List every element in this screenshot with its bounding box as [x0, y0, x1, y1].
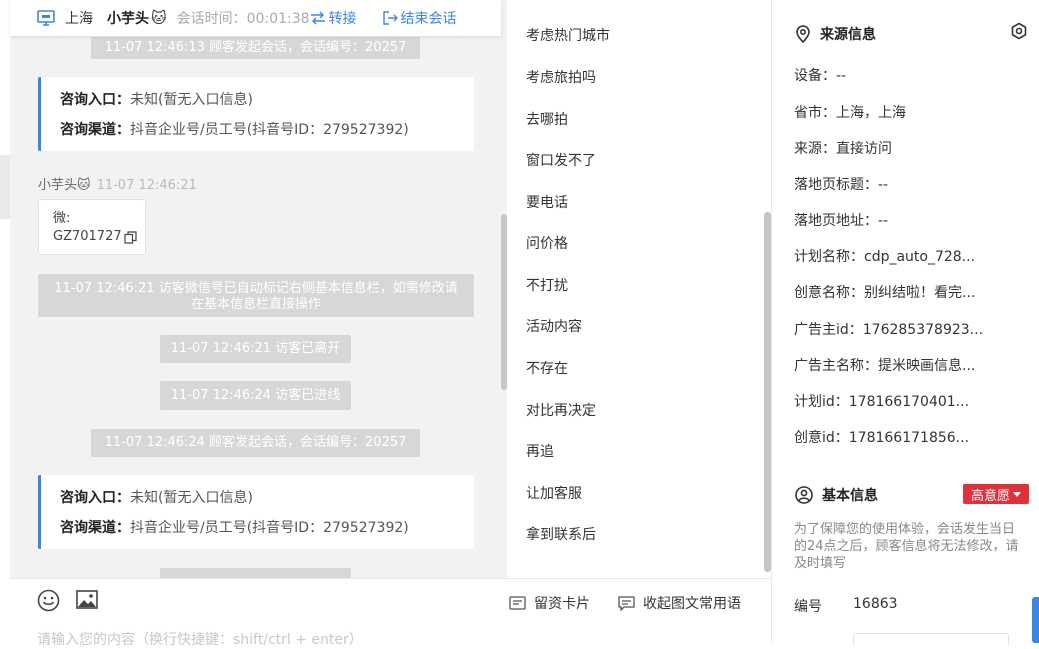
- customer-id-label: 编号: [794, 599, 822, 615]
- message-bubble[interactable]: 微: GZ701727: [38, 199, 146, 255]
- consult-entry-value: 未知(暂无入口信息): [130, 490, 253, 506]
- message-line-2: GZ701727: [53, 228, 145, 246]
- source-row-landing-title: 落地页标题：--: [794, 177, 889, 193]
- panel-divider: [771, 0, 772, 643]
- phrase-item[interactable]: 窗口发不了: [526, 150, 596, 170]
- phrase-item[interactable]: 再追: [526, 441, 554, 461]
- consult-channel-label: 咨询渠道：: [60, 122, 130, 138]
- consult-channel-label: 咨询渠道：: [60, 520, 130, 536]
- emoji-icon[interactable]: [37, 589, 60, 616]
- phrase-item[interactable]: 问价格: [526, 233, 568, 253]
- basic-title: 基本信息: [822, 488, 878, 504]
- phrase-item[interactable]: 活动内容: [526, 316, 582, 336]
- message-sender: 小芋头🐱 11-07 12:46:21: [38, 174, 197, 193]
- end-session-button[interactable]: 结束会话: [382, 8, 457, 28]
- message-time: 11-07 12:46:21: [96, 178, 197, 193]
- phrases-scrollbar[interactable]: [764, 212, 771, 572]
- collapse-phrases-button[interactable]: 收起图文常用语: [618, 593, 741, 613]
- location-pin-icon: [795, 25, 811, 43]
- chat-scrollbar[interactable]: [501, 214, 507, 390]
- session-time: 会话时间：00:01:38: [176, 11, 310, 27]
- collapse-phrases-label: 收起图文常用语: [643, 596, 741, 612]
- message-icon: [618, 595, 635, 611]
- system-message: 11-07 12:46:24 顾客发起会话，会话编号：20257: [91, 429, 420, 457]
- consult-entry-label: 咨询入口：: [60, 490, 130, 506]
- consult-entry-label: 咨询入口：: [60, 92, 130, 108]
- chat-panel: 11-07 12:46:13 顾客发起会话，会话编号：20257 咨询入口：未知…: [10, 0, 507, 578]
- message-line-1: 微:: [53, 211, 71, 226]
- exit-icon: [382, 11, 398, 25]
- source-row-province: 省市：上海，上海: [794, 105, 906, 121]
- consult-channel-value: 抖音企业号/员工号(抖音号ID：279527392): [130, 520, 409, 536]
- source-row-creative-id: 创意id：178166171856...: [794, 430, 970, 446]
- end-session-label: 结束会话: [400, 11, 457, 27]
- floating-side-tab[interactable]: [1032, 597, 1039, 643]
- system-message-partial: [160, 568, 351, 578]
- source-row-plan-name: 计划名称：cdp_auto_728...: [794, 249, 976, 265]
- source-row-creative-name: 创意名称：别纠结啦！看完...: [794, 285, 976, 301]
- image-icon[interactable]: [76, 590, 98, 613]
- customer-id-value: 16863: [853, 596, 898, 612]
- basic-field-input[interactable]: [853, 633, 1009, 645]
- phrase-item[interactable]: 让加客服: [526, 483, 582, 503]
- source-row-origin: 来源：直接访问: [794, 141, 892, 157]
- source-row-device: 设备：--: [794, 68, 847, 84]
- copy-icon[interactable]: [124, 230, 137, 244]
- source-section-header: 来源信息: [795, 24, 876, 44]
- message-input[interactable]: 请输入您的内容（换行快捷键：shift/ctrl + enter）: [37, 629, 363, 649]
- system-message: 11-07 12:46:13 顾客发起会话，会话编号：20257: [91, 37, 420, 59]
- system-message: 11-07 12:46:21 访客已离开: [160, 335, 351, 363]
- consult-info-card: 咨询入口：未知(暂无入口信息) 咨询渠道：抖音企业号/员工号(抖音号ID：279…: [38, 77, 474, 151]
- sender-name: 小芋头: [38, 178, 78, 193]
- basic-section-header: 基本信息: [795, 485, 878, 505]
- visitor-location: 上海: [65, 11, 93, 27]
- user-circle-icon: [795, 486, 813, 504]
- caret-down-icon: [1013, 491, 1021, 497]
- transfer-label: 转接: [328, 11, 357, 27]
- left-edge-tab: [0, 155, 10, 219]
- leave-card-label: 留资卡片: [534, 596, 590, 612]
- phrase-item[interactable]: 考虑旅拍吗: [526, 67, 596, 87]
- source-row-landing-url: 落地页地址：--: [794, 213, 889, 229]
- consult-channel-row: 咨询渠道：抖音企业号/员工号(抖音号ID：279527392): [60, 119, 474, 149]
- leave-card-button[interactable]: 留资卡片: [509, 593, 590, 613]
- sender-emoji: 🐱: [77, 178, 91, 193]
- consult-entry-value: 未知(暂无入口信息): [130, 92, 253, 108]
- source-row-advertiser-id: 广告主id：176285378923...: [794, 322, 984, 338]
- basic-info-note: 为了保障您的使用体验，会话发生当日的24点之后，顾客信息将无法修改，请及时填写: [794, 522, 1019, 571]
- consult-channel-row: 咨询渠道：抖音企业号/员工号(抖音号ID：279527392): [60, 517, 474, 547]
- phrase-item[interactable]: 去哪拍: [526, 109, 568, 129]
- phrase-item[interactable]: 不打扰: [526, 275, 568, 295]
- consult-channel-value: 抖音企业号/员工号(抖音号ID：279527392): [130, 122, 409, 138]
- phrase-item[interactable]: 拿到联系后: [526, 524, 596, 544]
- visitor-name: 小芋头: [107, 11, 149, 27]
- consult-entry-row: 咨询入口：未知(暂无入口信息): [60, 487, 474, 517]
- wechat-id-text: GZ701727: [53, 229, 122, 244]
- source-row-advertiser-name: 广告主名称：提米映画信息...: [794, 358, 976, 374]
- source-title: 来源信息: [820, 27, 876, 43]
- session-header: 上海 小芋头 🐱 会话时间：00:01:38 转接 结束会话: [10, 0, 501, 36]
- consult-entry-row: 咨询入口：未知(暂无入口信息): [60, 89, 474, 119]
- monitor-icon: [37, 10, 55, 26]
- intent-badge-label: 高意愿: [970, 488, 1010, 504]
- visitor-emoji: 🐱: [151, 9, 167, 27]
- source-row-plan-id: 计划id：178166170401...: [794, 394, 970, 410]
- consult-info-card: 咨询入口：未知(暂无入口信息) 咨询渠道：抖音企业号/员工号(抖音号ID：279…: [38, 475, 474, 549]
- system-message: 11-07 12:46:24 访客已进线: [160, 381, 351, 410]
- phrase-item[interactable]: 不存在: [526, 358, 568, 378]
- phrase-item[interactable]: 要电话: [526, 192, 568, 212]
- transfer-icon: [310, 11, 326, 25]
- phrase-item[interactable]: 考虑热门城市: [526, 25, 610, 45]
- intent-badge-dropdown[interactable]: 高意愿: [963, 484, 1029, 504]
- settings-hexagon-icon[interactable]: [1010, 22, 1028, 44]
- system-message: 11-07 12:46:21 访客微信号已自动标记右侧基本信息栏，如需修改请在基…: [38, 274, 474, 317]
- transfer-button[interactable]: 转接: [310, 8, 357, 28]
- card-icon: [509, 595, 526, 611]
- phrase-item[interactable]: 对比再决定: [526, 400, 596, 420]
